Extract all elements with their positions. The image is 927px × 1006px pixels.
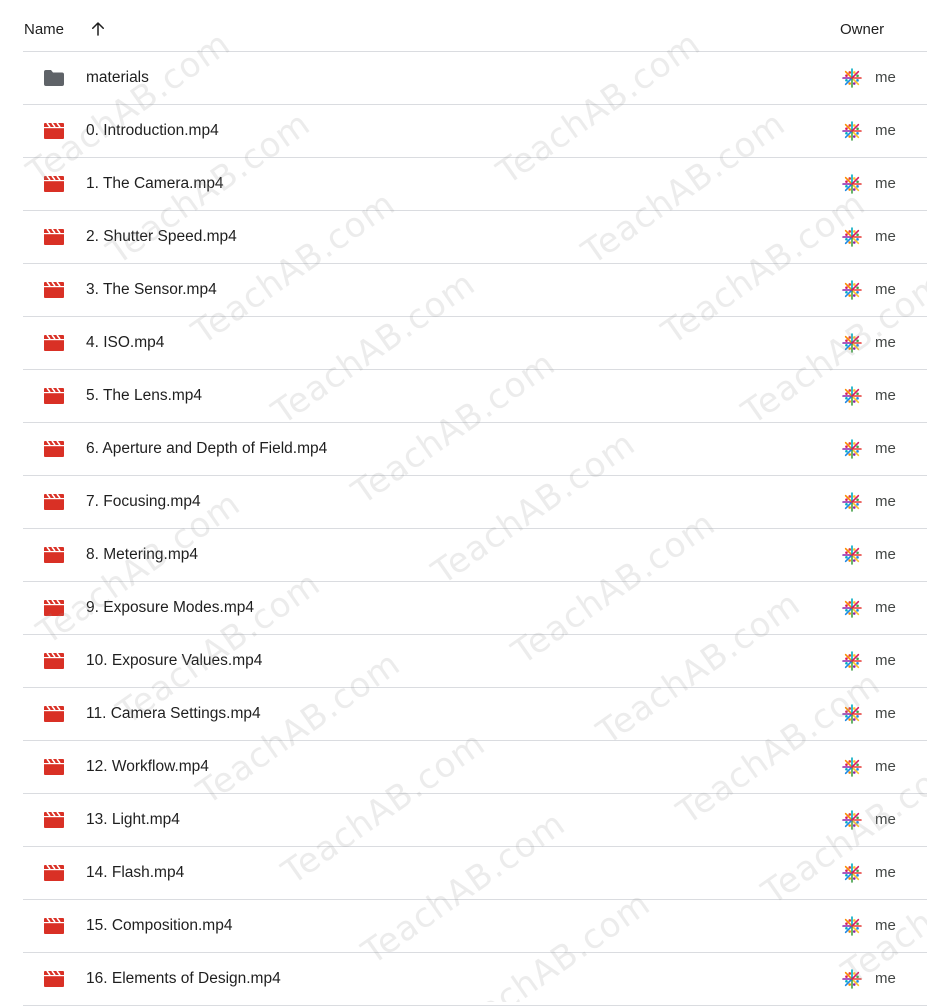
file-name[interactable]: 13. Light.mp4 (86, 811, 180, 829)
owner-name: me (875, 228, 896, 245)
video-file-icon (44, 546, 64, 563)
owner-avatar-icon[interactable] (841, 438, 863, 460)
owner-avatar-icon[interactable] (841, 173, 863, 195)
file-row[interactable]: 4. ISO.mp4 me (23, 317, 927, 370)
owner-avatar-icon[interactable] (841, 279, 863, 301)
owner-name: me (875, 811, 896, 828)
file-row[interactable]: 8. Metering.mp4 me (23, 529, 927, 582)
owner-avatar-icon[interactable] (841, 756, 863, 778)
file-row[interactable]: 11. Camera Settings.mp4 me (23, 688, 927, 741)
owner-name: me (875, 652, 896, 669)
file-name[interactable]: 3. The Sensor.mp4 (86, 281, 217, 299)
owner-name: me (875, 970, 896, 987)
owner-name: me (875, 334, 896, 351)
owner-name: me (875, 917, 896, 934)
file-name[interactable]: 11. Camera Settings.mp4 (86, 705, 261, 723)
video-file-icon (44, 281, 64, 298)
file-name[interactable]: 9. Exposure Modes.mp4 (86, 599, 254, 617)
file-row[interactable]: 6. Aperture and Depth of Field.mp4 me (23, 423, 927, 476)
file-row[interactable]: 10. Exposure Values.mp4 me (23, 635, 927, 688)
owner-avatar-icon[interactable] (841, 968, 863, 990)
video-file-icon (44, 175, 64, 192)
owner-avatar-icon[interactable] (841, 226, 863, 248)
owner-name: me (875, 864, 896, 881)
file-name[interactable]: 16. Elements of Design.mp4 (86, 970, 281, 988)
owner-name: me (875, 705, 896, 722)
video-file-icon (44, 864, 64, 881)
video-file-icon (44, 122, 64, 139)
file-name[interactable]: 6. Aperture and Depth of Field.mp4 (86, 440, 327, 458)
owner-avatar-icon[interactable] (841, 67, 863, 89)
owner-name: me (875, 281, 896, 298)
file-name[interactable]: 7. Focusing.mp4 (86, 493, 201, 511)
owner-name: me (875, 493, 896, 510)
folder-row[interactable]: materials me (23, 52, 927, 105)
file-name[interactable]: 2. Shutter Speed.mp4 (86, 228, 237, 246)
file-name[interactable]: 14. Flash.mp4 (86, 864, 184, 882)
owner-avatar-icon[interactable] (841, 385, 863, 407)
file-row[interactable]: 1. The Camera.mp4 me (23, 158, 927, 211)
file-name[interactable]: 8. Metering.mp4 (86, 546, 198, 564)
video-file-icon (44, 334, 64, 351)
owner-avatar-icon[interactable] (841, 862, 863, 884)
file-row[interactable]: 14. Flash.mp4 me (23, 847, 927, 900)
owner-name: me (875, 440, 896, 457)
folder-icon (44, 70, 64, 86)
owner-name: me (875, 122, 896, 139)
file-row[interactable]: 9. Exposure Modes.mp4 me (23, 582, 927, 635)
owner-name: me (875, 175, 896, 192)
file-row[interactable]: 16. Elements of Design.mp4 me (23, 953, 927, 1006)
owner-avatar-icon[interactable] (841, 703, 863, 725)
file-name[interactable]: 1. The Camera.mp4 (86, 175, 224, 193)
video-file-icon (44, 811, 64, 828)
video-file-icon (44, 493, 64, 510)
video-file-icon (44, 228, 64, 245)
owner-avatar-icon[interactable] (841, 544, 863, 566)
file-row[interactable]: 13. Light.mp4 me (23, 794, 927, 847)
file-name[interactable]: 10. Exposure Values.mp4 (86, 652, 262, 670)
owner-avatar-icon[interactable] (841, 597, 863, 619)
video-file-icon (44, 917, 64, 934)
owner-name: me (875, 387, 896, 404)
file-name[interactable]: materials (86, 69, 149, 87)
owner-avatar-icon[interactable] (841, 915, 863, 937)
name-column-header[interactable]: Name (24, 21, 64, 38)
file-row[interactable]: 7. Focusing.mp4 me (23, 476, 927, 529)
file-name[interactable]: 12. Workflow.mp4 (86, 758, 209, 776)
video-file-icon (44, 758, 64, 775)
file-row[interactable]: 15. Composition.mp4 me (23, 900, 927, 953)
file-row[interactable]: 12. Workflow.mp4 me (23, 741, 927, 794)
owner-avatar-icon[interactable] (841, 120, 863, 142)
owner-name: me (875, 69, 896, 86)
arrow-up-icon[interactable] (89, 20, 107, 38)
file-row[interactable]: 3. The Sensor.mp4 me (23, 264, 927, 317)
file-row[interactable]: 0. Introduction.mp4 me (23, 105, 927, 158)
owner-name: me (875, 599, 896, 616)
list-header: Name Owner (23, 0, 927, 52)
owner-avatar-icon[interactable] (841, 650, 863, 672)
file-name[interactable]: 15. Composition.mp4 (86, 917, 232, 935)
file-name[interactable]: 0. Introduction.mp4 (86, 122, 219, 140)
file-rows: materials me 0. Introduction.mp4 me 1. The C… (23, 52, 927, 1006)
owner-avatar-icon[interactable] (841, 332, 863, 354)
file-name[interactable]: 5. The Lens.mp4 (86, 387, 202, 405)
file-row[interactable]: 2. Shutter Speed.mp4 me (23, 211, 927, 264)
video-file-icon (44, 652, 64, 669)
video-file-icon (44, 970, 64, 987)
file-name[interactable]: 4. ISO.mp4 (86, 334, 164, 352)
file-row[interactable]: 5. The Lens.mp4 me (23, 370, 927, 423)
video-file-icon (44, 440, 64, 457)
video-file-icon (44, 599, 64, 616)
owner-avatar-icon[interactable] (841, 491, 863, 513)
owner-name: me (875, 546, 896, 563)
owner-name: me (875, 758, 896, 775)
video-file-icon (44, 705, 64, 722)
video-file-icon (44, 387, 64, 404)
owner-avatar-icon[interactable] (841, 809, 863, 831)
owner-column-header[interactable]: Owner (840, 21, 884, 38)
file-list: Name Owner materials me 0. Introduction.mp… (0, 0, 927, 1006)
